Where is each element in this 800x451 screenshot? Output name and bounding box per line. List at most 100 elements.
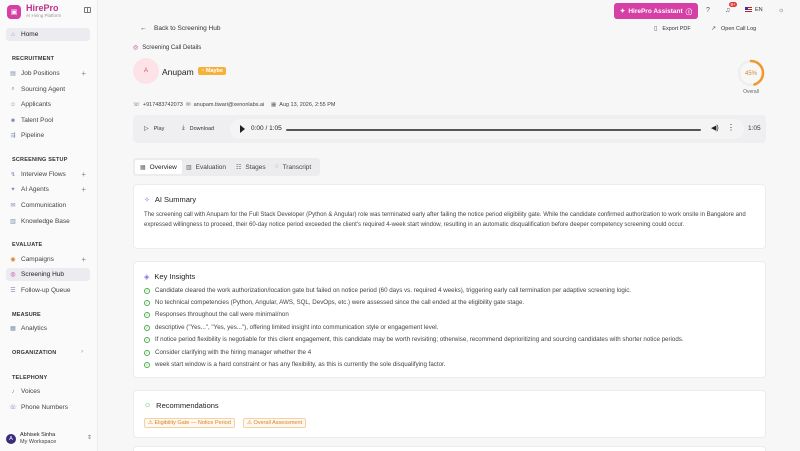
sidebar-item-knowledge-base[interactable]: ▥ Knowledge Base — [6, 215, 90, 228]
tab-stages[interactable]: ☷ Stages — [231, 160, 271, 174]
sidebar: ▣ HirePro AI Hiring Platform ⌂ Home RECRU… — [0, 0, 98, 451]
section-organization[interactable]: ORGANIZATION — [12, 350, 56, 356]
sidebar-item-label: Analytics — [21, 325, 48, 332]
tab-transcript[interactable]: ◌ Transcript — [270, 160, 316, 174]
brand-tagline: AI Hiring Platform — [26, 13, 62, 18]
user-text: Abhisek Sinha My Workspace — [20, 432, 56, 446]
section-evaluate: EVALUATE — [12, 242, 43, 248]
add-campaign-icon[interactable]: + — [81, 255, 86, 264]
export-pdf-button[interactable]: ▯ Export PDF — [654, 25, 691, 33]
sidebar-item-label: Knowledge Base — [21, 218, 70, 225]
check-circle-icon: ✓ — [144, 299, 150, 306]
recommendations-card: ☺ Recommendations ⚠ Eligibility Gate — No… — [133, 390, 766, 438]
sidebar-item-job-positions[interactable]: ▤ Job Positions + — [6, 67, 90, 80]
language-selector[interactable]: EN — [745, 7, 763, 13]
ai-summary-title-text: AI Summary — [154, 195, 197, 204]
book-icon: ▥ — [10, 219, 16, 225]
phone-value: +917483742073 — [142, 102, 183, 108]
chevron-updown-icon: ⇕ — [86, 435, 92, 441]
add-flow-icon[interactable]: + — [81, 170, 86, 179]
insight-text: Candidate cleared the work authorization… — [155, 287, 632, 294]
more-vertical-icon[interactable]: ⋮ — [727, 123, 735, 132]
back-label: Back to Screening Hub — [154, 25, 221, 32]
sidebar-item-label: Sourcing Agent — [21, 86, 66, 93]
key-insights-title-text: Key Insights — [154, 272, 196, 281]
sidebar-item-campaigns[interactable]: ◉ Campaigns + — [6, 253, 90, 266]
tab-overview[interactable]: ▦ Overview — [135, 160, 182, 174]
sidebar-item-applicants[interactable]: ☺ Applicants — [6, 98, 90, 111]
file-icon: ▯ — [654, 26, 658, 32]
add-agent-icon[interactable]: + — [81, 185, 86, 194]
sparkle-icon: ✧ — [144, 196, 150, 204]
check-circle-icon: ✓ — [144, 287, 150, 294]
audio-seek-bar[interactable] — [286, 128, 701, 131]
sidebar-item-label: Communication — [21, 202, 67, 209]
sidebar-item-analytics[interactable]: ▦ Analytics — [6, 322, 90, 335]
play-button[interactable]: ▷ Play — [144, 125, 164, 133]
candidate-email[interactable]: ✉ anupam.tiwari@xenonlabs.ai — [186, 102, 264, 108]
sidebar-item-ai-agents[interactable]: ✦ AI Agents + — [6, 183, 90, 196]
briefcase-icon: ▣ — [7, 4, 21, 19]
bar-chart-icon: ▥ — [186, 164, 192, 171]
download-label: Download — [189, 125, 215, 132]
chip-label: Overall Assessment — [253, 420, 303, 426]
recommendation-chip[interactable]: ⚠ Overall Assessment — [243, 418, 307, 428]
arrow-left-icon: ← — [140, 25, 147, 32]
play-icon: ▷ — [144, 126, 149, 132]
megaphone-icon: ◉ — [10, 257, 16, 263]
sidebar-item-sourcing-agent[interactable]: ⌕ Sourcing Agent — [6, 83, 90, 96]
volume-icon[interactable]: ◀) — [711, 124, 719, 132]
back-button[interactable]: ← Back to Screening Hub — [140, 25, 220, 32]
chevron-right-icon[interactable]: › — [81, 349, 83, 355]
brand[interactable]: ▣ HirePro AI Hiring Platform — [7, 4, 61, 19]
sidebar-item-label: Campaigns — [21, 256, 54, 263]
sidebar-item-label: Screening Hub — [21, 271, 64, 278]
pipeline-icon: ⇶ — [10, 133, 16, 139]
bell-icon[interactable]: ♫ — [725, 7, 730, 14]
sidebar-item-communication[interactable]: ✉ Communication — [6, 199, 90, 212]
candidate-avatar: A — [133, 58, 159, 84]
sidebar-item-label: Job Positions — [21, 70, 60, 77]
chat-icon: ◌ — [275, 164, 279, 170]
language-label: EN — [755, 7, 763, 13]
add-job-icon[interactable]: + — [81, 69, 86, 78]
tab-label: Overview — [149, 163, 177, 171]
sidebar-item-interview-flows[interactable]: ↯ Interview Flows + — [6, 168, 90, 181]
sidebar-item-screening-hub[interactable]: ◎ Screening Hub — [6, 268, 90, 281]
sun-icon[interactable]: ☼ — [778, 7, 784, 14]
download-button[interactable]: ⤓ Download — [182, 125, 214, 132]
sidebar-item-phone-numbers[interactable]: ☏ Phone Numbers — [6, 401, 90, 414]
sidebar-item-pipeline[interactable]: ⇶ Pipeline — [6, 129, 90, 142]
sidebar-item-voices[interactable]: ♪ Voices — [6, 385, 90, 398]
help-circle-icon[interactable]: ? — [706, 7, 710, 14]
sidebar-collapse-icon[interactable] — [84, 7, 91, 13]
tab-evaluation[interactable]: ▥ Evaluation — [181, 160, 231, 174]
headset-icon: ◎ — [10, 272, 16, 278]
sidebar-item-talent-pool[interactable]: ☻ Talent Pool — [6, 114, 90, 127]
layers-icon: ☷ — [236, 164, 242, 171]
key-insights-card: ◈ Key Insights ✓ Candidate cleared the wor… — [133, 261, 766, 378]
list-item: ✓ No technical competencies (Python, Angu… — [144, 299, 524, 306]
status-badge: ◔ Maybe — [198, 67, 226, 75]
audio-play-icon[interactable] — [240, 125, 245, 133]
score-label: Overall — [743, 89, 759, 95]
call-recording-player: ▷ Play ⤓ Download 0:00 / 1:05 ◀) ⋮ 1:05 — [133, 115, 766, 143]
candidate-name: Anupam — [162, 67, 194, 77]
recommendation-chip[interactable]: ⚠ Eligibility Gate — Notice Period — [144, 418, 235, 428]
external-link-icon: ↗ — [711, 26, 717, 32]
sidebar-item-follow-up-queue[interactable]: ☰ Follow-up Queue — [6, 284, 90, 297]
open-call-log-button[interactable]: ↗ Open Call Log — [711, 25, 756, 33]
datetime-value: Aug 13, 2026, 2:55 PM — [279, 102, 336, 108]
hirepro-assistant-button[interactable]: ✦ HirePro Assistant ⓘ — [614, 3, 698, 19]
sidebar-item-home[interactable]: ⌂ Home — [6, 28, 90, 41]
list-item: ✓ Consider clarifying with the hiring man… — [144, 349, 311, 356]
phone-icon: ☏ — [9, 405, 17, 411]
user-menu[interactable]: A Abhisek Sinha My Workspace ⇕ — [6, 432, 92, 446]
audio-time: 0:00 / 1:05 — [251, 125, 282, 132]
section-measure: MEASURE — [12, 312, 41, 318]
recommendations-title-text: Recommendations — [156, 401, 219, 410]
list-item: ✓ descriptive ("Yes...", "Yes, yes..."), … — [144, 324, 438, 331]
tab-label: Transcript — [282, 163, 312, 171]
audio-element[interactable]: 0:00 / 1:05 ◀) ⋮ — [230, 119, 744, 139]
check-circle-icon: ✓ — [144, 311, 150, 318]
